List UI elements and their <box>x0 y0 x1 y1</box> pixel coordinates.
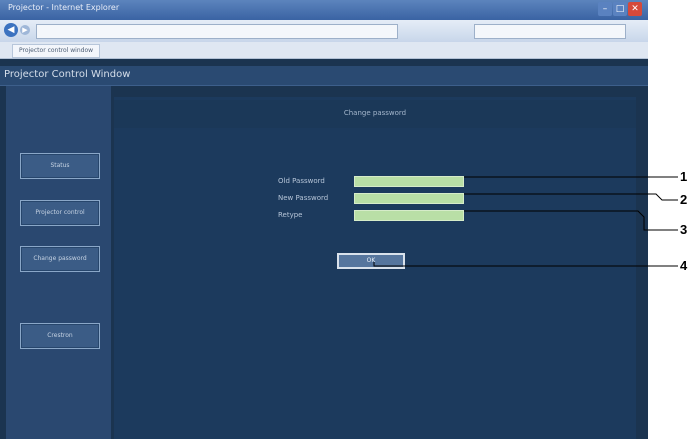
retype-label: Retype <box>278 211 303 219</box>
forward-arrow-icon[interactable]: ▶ <box>20 25 30 35</box>
close-button[interactable]: ✕ <box>628 2 642 16</box>
callout-number-3: 3 <box>680 222 688 237</box>
sidebar-item-label: Status <box>50 162 70 169</box>
logo-icon <box>28 102 88 136</box>
sidebar: Status Projector control Change password… <box>6 86 111 439</box>
url-input[interactable] <box>36 24 398 39</box>
browser-search-input[interactable] <box>474 24 626 39</box>
content-header: Change password <box>114 100 636 128</box>
sidebar-item-status[interactable]: Status <box>20 153 100 179</box>
page-title: Projector Control Window <box>4 69 131 80</box>
sidebar-item-projector-control[interactable]: Projector control <box>20 200 100 226</box>
retype-password-field[interactable] <box>354 210 464 221</box>
browser-window: Projector - Internet Explorer – □ ✕ ◀ ▶ … <box>0 0 648 439</box>
title-bar: Projector - Internet Explorer – □ ✕ <box>0 0 648 20</box>
old-password-label: Old Password <box>278 177 325 185</box>
sidebar-item-label: Projector control <box>35 209 85 216</box>
minimize-button[interactable]: – <box>598 2 612 16</box>
callout-number-2: 2 <box>680 192 688 207</box>
page-header: Projector Control Window <box>0 66 648 86</box>
tab-projector-control[interactable]: Projector control window <box>12 44 101 58</box>
callout-number-1: 1 <box>680 169 688 184</box>
maximize-button[interactable]: □ <box>613 2 627 16</box>
sidebar-item-change-password[interactable]: Change password <box>20 246 100 272</box>
address-bar: ◀ ▶ <box>0 20 648 42</box>
tab-bar: Projector control window <box>0 42 648 59</box>
sidebar-item-crestron[interactable]: Crestron <box>20 323 100 349</box>
content-title: Change password <box>343 109 407 117</box>
callout-number-4: 4 <box>680 258 688 273</box>
back-arrow-icon[interactable]: ◀ <box>4 23 18 37</box>
new-password-label: New Password <box>278 194 329 202</box>
main-content: Change password Old Password New Passwor… <box>114 97 636 439</box>
ok-button[interactable]: OK <box>337 253 405 269</box>
sidebar-item-label: Crestron <box>47 332 73 339</box>
old-password-field[interactable] <box>354 176 464 187</box>
new-password-field[interactable] <box>354 193 464 204</box>
window-title: Projector - Internet Explorer <box>8 3 120 12</box>
sidebar-item-label: Change password <box>33 255 87 262</box>
